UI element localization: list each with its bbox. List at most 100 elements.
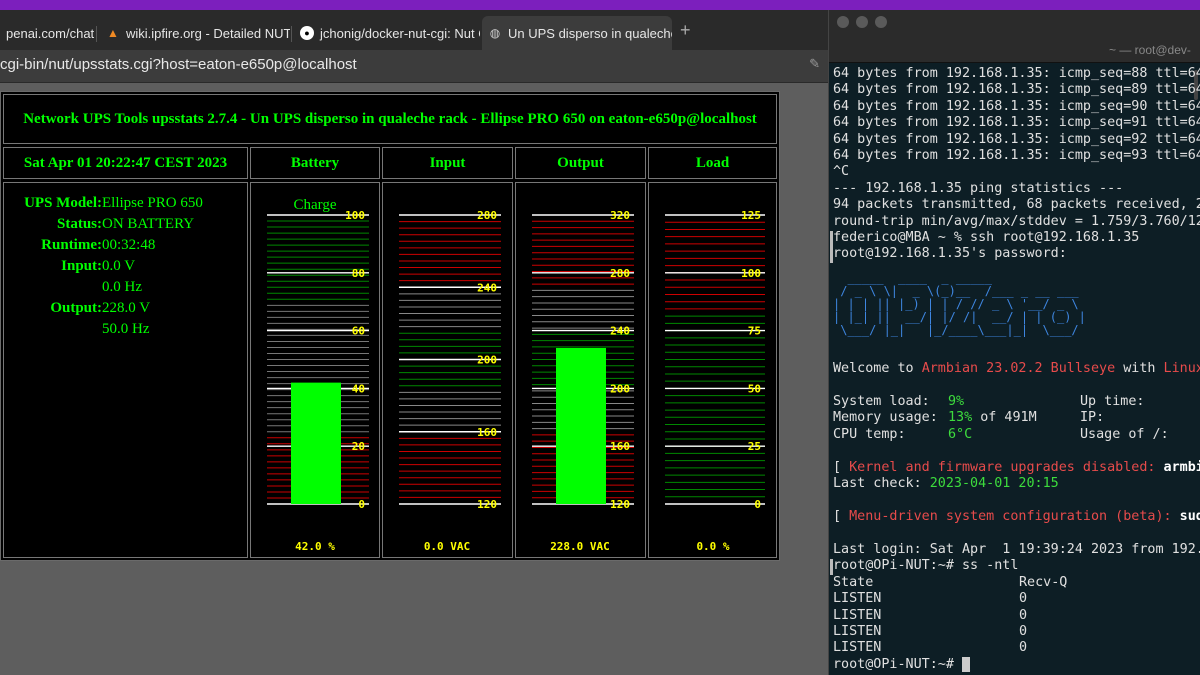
output-voltage-value: 228.0 V <box>102 300 151 316</box>
globe-icon: ◍ <box>489 26 501 40</box>
input-header: Input <box>382 147 513 179</box>
input-label: Input: <box>61 258 102 274</box>
info-row-input-hz: 0.0 Hz <box>4 277 249 298</box>
tab-ups-stats[interactable]: ◍ Un UPS disperso in qualeche ra <box>482 16 672 50</box>
terminal-line: Last login: Sat Apr 1 19:39:24 2023 from… <box>833 542 1200 557</box>
gauge-tick-label: 75 <box>748 325 761 338</box>
gauge-tick-label: 200 <box>477 354 497 367</box>
shell-prompt[interactable]: root@OPi-NUT:~# _ <box>833 656 971 673</box>
last-check-value: 2023-04-01 20:15 <box>929 476 1059 492</box>
cpu-temp-value: 6°C <box>948 426 973 442</box>
info-row-output-hz: 50.0 Hz <box>4 319 249 340</box>
terminal-line: root@OPi-NUT:~# ss -ntl <box>833 558 1019 574</box>
page-content: Network UPS Tools upsstats 2.7.4 - Un UP… <box>0 83 828 675</box>
prompt-text: root@OPi-NUT:~# <box>833 656 954 672</box>
load-gauge: 125 100 75 50 25 0 0.0 % <box>665 209 765 553</box>
tab-label: jchonig/docker-nut-cgi: Nut CGI <box>320 25 480 41</box>
runtime-label: Runtime: <box>41 237 102 253</box>
sys-load-label: System load: <box>833 394 930 409</box>
gauge-tick-label: 240 <box>610 325 630 338</box>
status-label: Status: <box>56 216 102 232</box>
runtime-value: 00:32:48 <box>102 237 156 253</box>
gauge-tick-label: 320 <box>610 209 630 222</box>
browser-window: penai.com/chat ▲ wiki.ipfire.org - Detai… <box>0 10 828 675</box>
gauge-tick-label: 0 <box>358 498 365 511</box>
tab-chat[interactable]: penai.com/chat <box>0 16 95 50</box>
tab-label: penai.com/chat <box>6 25 95 41</box>
output-gauge-cell: 320 280 240 200 160 120 228.0 VAC <box>515 182 646 558</box>
gauge-tick-label: 120 <box>477 498 497 511</box>
usage-label: Usage of /: <box>1080 426 1169 442</box>
terminal-line: 64 bytes from 192.168.1.35: icmp_seq=89 … <box>833 82 1200 98</box>
url-text[interactable]: cgi-bin/nut/upsstats.cgi?host=eaton-e650… <box>0 56 357 73</box>
tab-ipfire-wiki[interactable]: ▲ wiki.ipfire.org - Detailed NUT Co <box>100 16 290 50</box>
output-frequency-value: 50.0 Hz <box>102 321 150 337</box>
address-bar[interactable]: cgi-bin/nut/upsstats.cgi?host=eaton-e650… <box>0 50 828 83</box>
terminal-line: 64 bytes from 192.168.1.35: icmp_seq=91 … <box>833 115 1200 131</box>
zoom-window-icon[interactable] <box>875 16 887 28</box>
date-header: Sat Apr 01 20:22:47 CEST 2023 <box>3 147 248 179</box>
gauge-tick-label: 200 <box>610 382 630 395</box>
menu-line: [ Menu-driven system configuration (beta… <box>833 509 1200 525</box>
last-check-line: Last check: 2023-04-01 20:15 <box>833 476 1059 492</box>
gauge-tick-label: 20 <box>352 440 365 453</box>
edit-icon[interactable]: ✎ <box>809 56 820 72</box>
gauge-tick-label: 50 <box>748 382 761 395</box>
ss-row-state: LISTEN <box>833 607 882 623</box>
tab-separator <box>291 26 292 42</box>
load-header: Load <box>648 147 777 179</box>
info-row-model: UPS Model: Ellipse PRO 650 <box>4 193 249 214</box>
input-gauge: 280 240 200 160 120 0.0 VAC <box>399 209 501 553</box>
ss-row-recvq: 0 <box>1019 640 1028 656</box>
gauge-tick-label: 0 <box>754 498 761 511</box>
gauge-tick-label: 280 <box>610 267 630 280</box>
status-value: ON BATTERY <box>102 216 195 232</box>
gauge-tick-label: 40 <box>352 382 365 395</box>
gauge-readout: 0.0 VAC <box>424 540 470 553</box>
kernel-cmd: armbian <box>1163 460 1200 475</box>
close-window-icon[interactable] <box>837 16 849 28</box>
gauge-tick-label: 100 <box>345 209 365 222</box>
terminal-line: 64 bytes from 192.168.1.35: icmp_seq=90 … <box>833 98 1200 114</box>
battery-gauge-cell: 100 80 60 40 20 0 Charge 42.0 % <box>250 182 380 558</box>
ss-header-recvq: Recv-Q <box>1019 574 1068 590</box>
ss-row-state: LISTEN <box>833 624 882 639</box>
info-row-output: Output: 228.0 V <box>4 298 249 319</box>
output-label: Output: <box>50 300 102 316</box>
mem-label: Memory usage: <box>833 410 938 426</box>
ss-row-state: LISTEN <box>833 640 882 656</box>
terminal-line: federico@MBA ~ % ssh root@192.168.1.35 <box>833 230 1140 245</box>
input-frequency-value: 0.0 Hz <box>102 279 142 295</box>
terminal-line: 64 bytes from 192.168.1.35: icmp_seq=93 … <box>833 148 1200 163</box>
new-tab-button[interactable]: + <box>680 20 691 41</box>
ss-row-state: LISTEN <box>833 591 882 607</box>
ss-row-recvq: 0 <box>1019 624 1028 639</box>
welcome-mid: with <box>1115 361 1164 376</box>
terminal-line: ^C <box>833 164 850 180</box>
gauge-tick-label: 100 <box>741 267 761 280</box>
model-value: Ellipse PRO 650 <box>102 195 203 211</box>
info-row-runtime: Runtime: 00:32:48 <box>4 235 249 256</box>
output-header: Output <box>515 147 646 179</box>
battery-header: Battery <box>250 147 380 179</box>
gauge-tick-label: 240 <box>477 281 497 294</box>
output-gauge: 320 280 240 200 160 120 228.0 VAC <box>532 209 634 553</box>
tab-github-docker-nut-cgi[interactable]: ● jchonig/docker-nut-cgi: Nut CGI <box>294 16 480 50</box>
minimize-window-icon[interactable] <box>856 16 868 28</box>
welcome-line: Welcome to Armbian 23.02.2 Bullseye with… <box>833 361 1200 377</box>
gauge-value-bar <box>291 382 341 504</box>
terminal-line: round-trip min/avg/max/stddev = 1.759/3.… <box>833 213 1200 229</box>
load-gauge-cell: 125 100 75 50 25 0 0.0 % <box>648 182 777 558</box>
ups-info-panel: UPS Model: Ellipse PRO 650 Status: ON BA… <box>3 182 248 558</box>
info-row-input: Input: 0.0 V <box>4 256 249 277</box>
desktop-top-bar <box>0 0 1200 10</box>
welcome-kernel: Linux 5 <box>1163 361 1200 376</box>
kernel-msg: Kernel and firmware upgrades disabled: <box>849 460 1156 475</box>
mem-rest: of 491M <box>972 410 1037 426</box>
gauge-tick-label: 125 <box>741 209 761 222</box>
uptime-label: Up time: <box>1080 394 1145 409</box>
gauge-value-bar <box>556 347 606 504</box>
ss-row-recvq: 0 <box>1019 607 1028 623</box>
cpu-label: CPU temp: <box>833 426 906 442</box>
kernel-line: [ Kernel and firmware upgrades disabled:… <box>833 460 1200 476</box>
